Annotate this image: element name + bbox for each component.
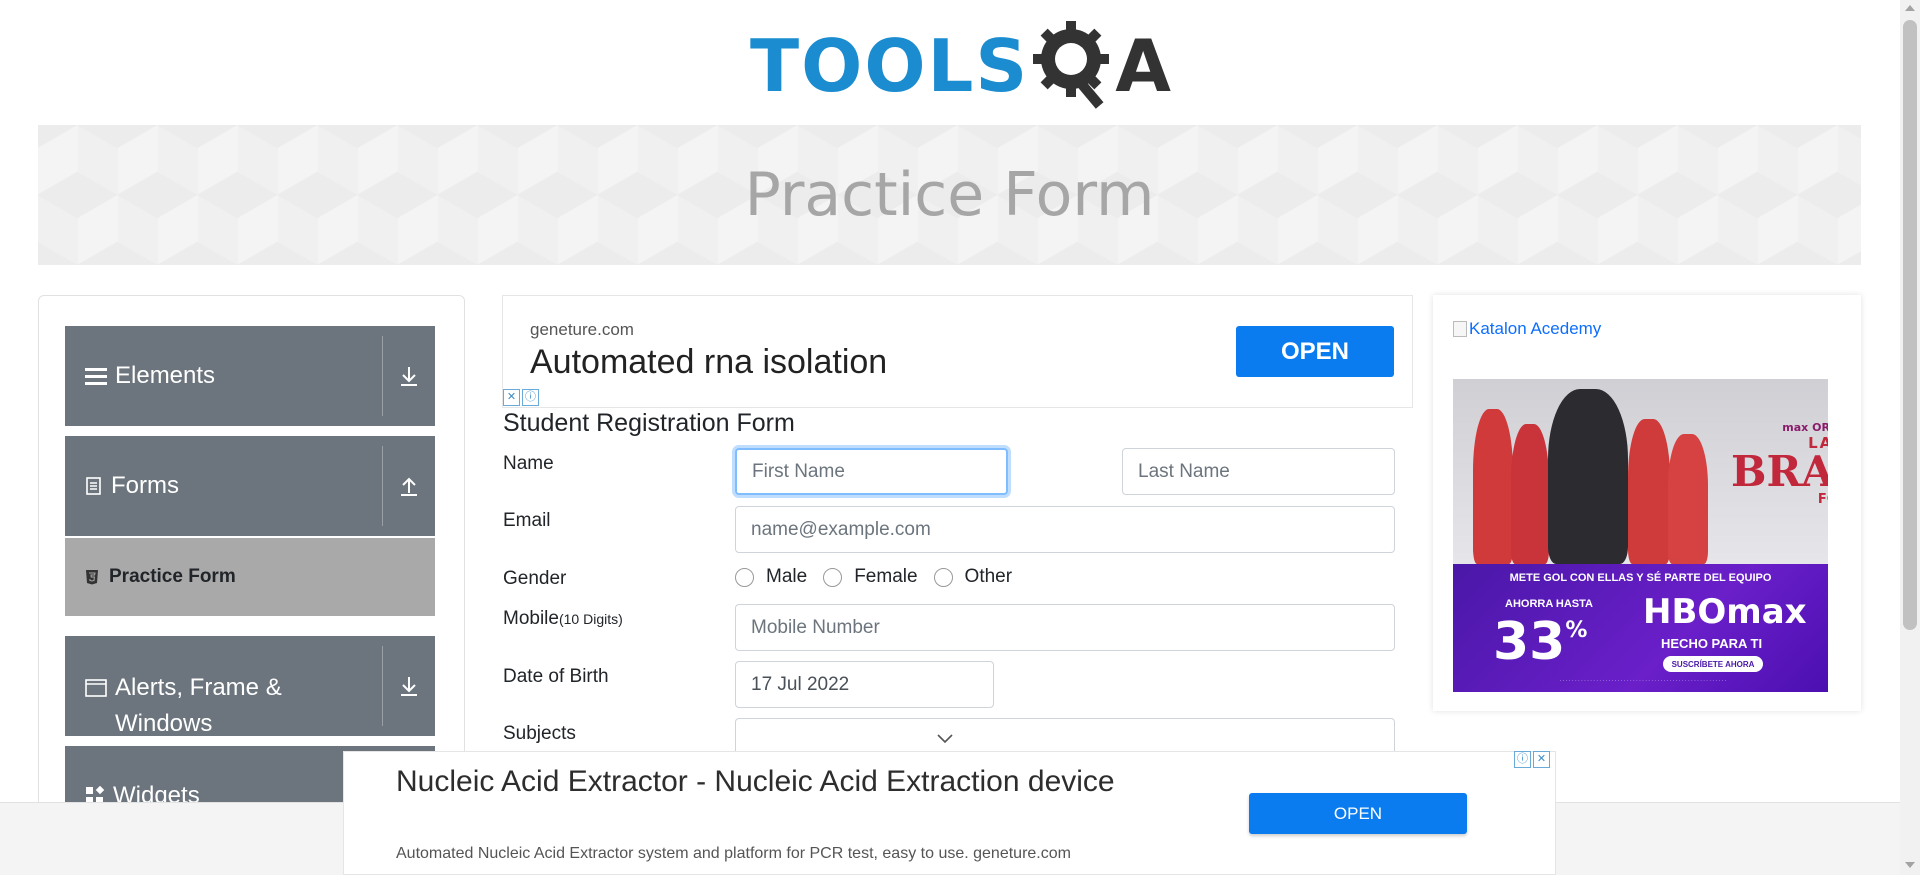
logo-text-tools: TOOLS bbox=[750, 23, 1030, 108]
top-advertisement[interactable]: geneture.com Automated rna isolation OPE… bbox=[502, 295, 1413, 408]
actor-figure bbox=[1548, 389, 1628, 564]
toolsqa-logo[interactable]: TOOLS A bbox=[750, 18, 1171, 113]
katalon-academy-link[interactable]: Katalon Acedemy bbox=[1453, 319, 1601, 339]
gender-option-male[interactable]: Male bbox=[735, 566, 807, 588]
info-icon[interactable]: ⓘ bbox=[522, 389, 539, 406]
gear-magnifier-icon bbox=[1033, 20, 1110, 109]
chevron-down-icon bbox=[937, 734, 953, 744]
upload-arrow-icon[interactable] bbox=[382, 446, 435, 526]
player-figure bbox=[1511, 424, 1549, 564]
bottom-ad-open-button[interactable]: OPEN bbox=[1249, 793, 1467, 834]
hamburger-icon bbox=[85, 362, 107, 390]
right-advertisement[interactable]: Katalon Acedemy ⓘ ✕ max ORIGINAL LAS BRA… bbox=[1433, 295, 1861, 711]
radio-button[interactable] bbox=[735, 567, 754, 587]
sidebar-item-label: Practice Form bbox=[109, 566, 236, 587]
bottom-ad-description: Automated Nucleic Acid Extractor system … bbox=[396, 845, 1071, 862]
last-name-input[interactable] bbox=[1122, 448, 1395, 495]
sidebar-item-practice-form[interactable]: Practice Form bbox=[65, 538, 435, 616]
hbo-max-logo: HBOmax bbox=[1643, 592, 1807, 632]
sidebar-group-label: Alerts, Frame & Windows bbox=[115, 674, 282, 737]
gender-option-other[interactable]: Other bbox=[933, 566, 1013, 588]
dob-input[interactable] bbox=[735, 661, 994, 708]
mobile-input[interactable] bbox=[735, 604, 1395, 651]
download-arrow-icon[interactable] bbox=[382, 646, 435, 726]
hbo-discount: 33% bbox=[1493, 612, 1588, 672]
radio-label: Female bbox=[854, 566, 918, 587]
ad-open-button[interactable]: OPEN bbox=[1236, 326, 1394, 377]
email-label: Email bbox=[503, 510, 551, 531]
player-figure bbox=[1628, 419, 1670, 564]
ad-domain: geneture.com bbox=[530, 320, 634, 339]
close-icon[interactable]: ✕ bbox=[1533, 751, 1550, 768]
hbo-fine-print: · · · · · · · · · · · · · · · · · · · · … bbox=[1559, 678, 1727, 684]
logo-qa: A bbox=[1033, 20, 1171, 111]
subjects-label: Subjects bbox=[503, 723, 576, 744]
mobile-hint: (10 Digits) bbox=[558, 611, 623, 627]
katalon-alt-text: Katalon Acedemy bbox=[1469, 319, 1602, 338]
sidebar-group-label: Forms bbox=[111, 472, 179, 499]
radio-button[interactable] bbox=[933, 567, 953, 587]
mobile-label-text: Mobile bbox=[503, 608, 559, 629]
logo-text-a: A bbox=[1115, 23, 1171, 108]
page-banner: Practice Form bbox=[38, 125, 1861, 265]
name-label: Name bbox=[503, 453, 554, 474]
html5-icon bbox=[85, 569, 99, 585]
gender-option-female[interactable]: Female bbox=[823, 566, 918, 588]
bottom-ad-headline[interactable]: Nucleic Acid Extractor - Nucleic Acid Ex… bbox=[396, 762, 1216, 803]
sidebar-group-elements[interactable]: Elements bbox=[65, 326, 435, 426]
radio-button[interactable] bbox=[823, 567, 843, 587]
hbo-tagline-top: METE GOL CON ELLAS Y SÉ PARTE DEL EQUIPO bbox=[1509, 572, 1772, 584]
scroll-thumb[interactable] bbox=[1903, 20, 1917, 630]
ad-choices[interactable]: ✕ ⓘ bbox=[503, 389, 539, 406]
las-bravas-title: max ORIGINAL LAS BRAVAS FC bbox=[1731, 421, 1828, 507]
email-input[interactable] bbox=[735, 506, 1395, 553]
info-icon[interactable]: ⓘ bbox=[1514, 751, 1531, 768]
window-icon bbox=[85, 670, 107, 706]
download-arrow-icon[interactable] bbox=[382, 336, 435, 416]
hbo-hecho-para-ti: HECHO PARA TI bbox=[1661, 636, 1763, 651]
player-figure bbox=[1473, 409, 1513, 564]
hbo-subscribe-button[interactable]: SUSCRÍBETE AHORA bbox=[1663, 656, 1763, 672]
radio-label: Male bbox=[766, 566, 808, 587]
scroll-down-arrow-icon[interactable] bbox=[1905, 862, 1915, 868]
gender-radio-group: Male Female Other bbox=[735, 566, 1028, 588]
sidebar-group-forms[interactable]: Forms bbox=[65, 436, 435, 536]
gender-label: Gender bbox=[503, 568, 567, 589]
close-icon[interactable]: ✕ bbox=[503, 389, 520, 406]
player-figure bbox=[1668, 434, 1708, 564]
ad-headline[interactable]: Automated rna isolation bbox=[530, 343, 887, 382]
page-title: Practice Form bbox=[744, 160, 1155, 230]
sidebar-group-label: Elements bbox=[115, 362, 216, 389]
vertical-scrollbar[interactable] bbox=[1900, 0, 1920, 875]
ad-choices[interactable]: ⓘ ✕ bbox=[1514, 751, 1550, 768]
hbo-max-banner[interactable]: max ORIGINAL LAS BRAVAS FC METE GOL CON … bbox=[1453, 379, 1828, 692]
dob-label: Date of Birth bbox=[503, 666, 609, 687]
mobile-label: Mobile(10 Digits) bbox=[503, 608, 623, 630]
bottom-advertisement[interactable]: Nucleic Acid Extractor - Nucleic Acid Ex… bbox=[343, 751, 1556, 875]
hbo-ahorra: AHORRA HASTA bbox=[1505, 598, 1593, 610]
scroll-up-arrow-icon[interactable] bbox=[1905, 5, 1915, 11]
first-name-input[interactable] bbox=[735, 448, 1008, 495]
form-title: Student Registration Form bbox=[503, 409, 795, 437]
radio-label: Other bbox=[964, 566, 1013, 587]
document-icon bbox=[85, 472, 103, 500]
sidebar-group-alerts[interactable]: Alerts, Frame & Windows bbox=[65, 636, 435, 737]
broken-image-icon bbox=[1453, 321, 1467, 337]
page: TOOLS A Practice Form Elements Forms Pra… bbox=[0, 0, 1920, 875]
